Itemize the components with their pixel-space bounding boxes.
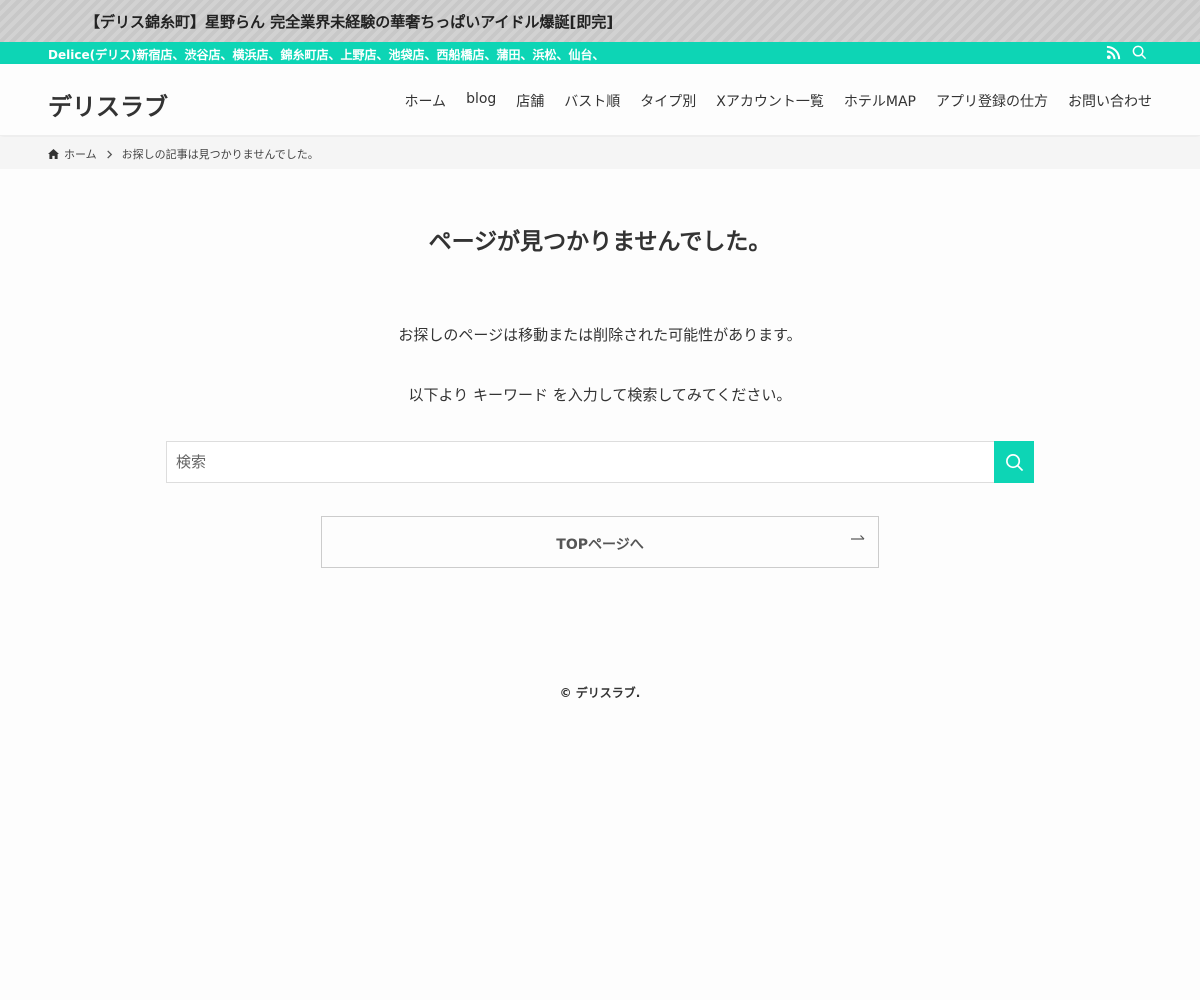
search-input[interactable] <box>166 441 994 483</box>
search-form <box>166 441 1034 483</box>
notice-text[interactable]: 【デリス錦糸町】星野らん 完全業界未経験の華奢ちっぱいアイドル爆誕[即完] <box>85 11 613 32</box>
breadcrumb-home[interactable]: ホーム <box>48 146 97 162</box>
search-button[interactable] <box>994 441 1034 483</box>
nav-item-app-register[interactable]: アプリ登録の仕方 <box>936 91 1048 111</box>
nav-item-blog[interactable]: blog <box>466 91 496 111</box>
nav-item-x-accounts[interactable]: Xアカウント一覧 <box>716 91 824 111</box>
breadcrumb-home-label: ホーム <box>64 148 97 161</box>
chevron-right-icon <box>106 149 112 159</box>
site-logo[interactable]: デリスラブ <box>48 87 168 122</box>
nav-item-home[interactable]: ホーム <box>404 91 446 111</box>
nav-item-contact[interactable]: お問い合わせ <box>1068 91 1152 111</box>
nav-item-shops[interactable]: 店舗 <box>516 91 544 111</box>
breadcrumb-current: お探しの記事は見つかりませんでした。 <box>121 148 319 161</box>
search-hint-message: 以下より キーワード を入力して検索してみてください。 <box>408 386 792 404</box>
global-nav: ホーム blog 店舗 バスト順 タイプ別 Xアカウント一覧 ホテルMAP アプ… <box>404 91 1152 111</box>
home-icon <box>48 149 59 159</box>
breadcrumb: ホーム お探しの記事は見つかりませんでした。 <box>48 146 319 162</box>
top-page-button[interactable]: TOPページへ <box>321 516 879 568</box>
arrow-right-icon <box>851 535 865 540</box>
notice-bar[interactable]: 【デリス錦糸町】星野らん 完全業界未経験の華奢ちっぱいアイドル爆誕[即完] <box>0 0 1200 42</box>
site-header: デリスラブ ホーム blog 店舗 バスト順 タイプ別 Xアカウント一覧 ホテル… <box>0 64 1200 136</box>
search-icon[interactable] <box>1132 45 1147 60</box>
breadcrumb-bar: ホーム お探しの記事は見つかりませんでした。 <box>0 137 1200 169</box>
page-title: ページが見つかりませんでした。 <box>428 229 772 255</box>
copyright: © デリスラブ. <box>559 686 641 700</box>
nav-item-bust-order[interactable]: バスト順 <box>564 91 620 111</box>
nav-item-hotel-map[interactable]: ホテルMAP <box>844 91 916 111</box>
not-found-message: お探しのページは移動または削除された可能性があります。 <box>398 326 802 344</box>
rss-icon[interactable] <box>1106 45 1121 60</box>
search-icon <box>1005 453 1023 471</box>
info-bar-text: Delice(デリス)新宿店、渋谷店、横浜店、錦糸町店、上野店、池袋店、西船橋店… <box>48 48 605 62</box>
top-page-button-label: TOPページへ <box>556 537 644 553</box>
info-bar: Delice(デリス)新宿店、渋谷店、横浜店、錦糸町店、上野店、池袋店、西船橋店… <box>0 42 1200 64</box>
nav-item-by-type[interactable]: タイプ別 <box>640 91 696 111</box>
